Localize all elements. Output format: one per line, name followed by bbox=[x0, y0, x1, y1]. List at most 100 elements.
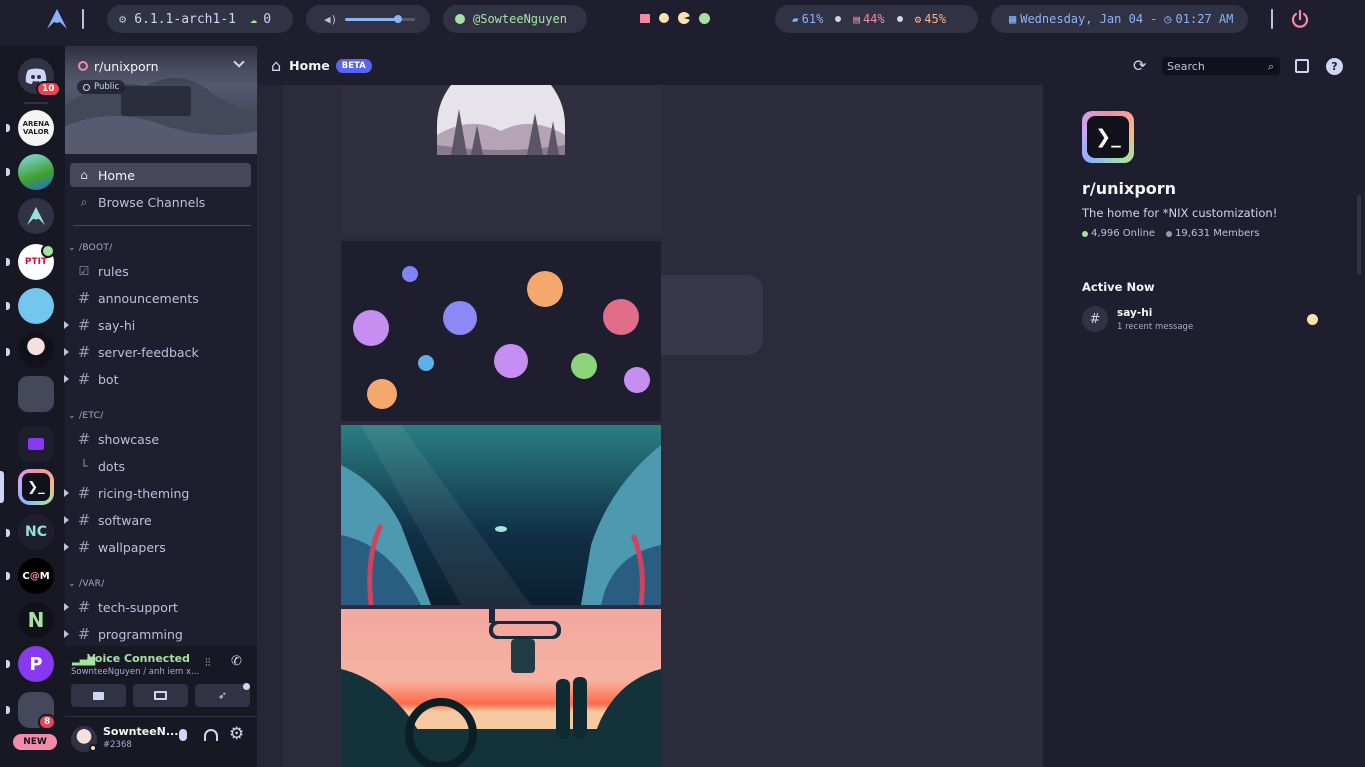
channel-rules[interactable]: ☑ rules bbox=[70, 259, 251, 283]
channel-label: ricing-theming bbox=[98, 485, 190, 501]
channel-bot[interactable]: # bot bbox=[64, 367, 251, 391]
thread-arrow-icon bbox=[64, 543, 69, 551]
active-channel-detail: 1 recent message bbox=[1117, 322, 1194, 332]
inbox-icon[interactable] bbox=[1295, 59, 1309, 73]
help-icon[interactable]: ? bbox=[1326, 58, 1343, 75]
voice-status[interactable]: Voice Connected bbox=[87, 652, 190, 665]
pacman-icon[interactable] bbox=[678, 12, 690, 24]
volume-pill[interactable]: ◀) bbox=[306, 5, 430, 33]
cpu-icon: ⚙ bbox=[914, 12, 922, 26]
community-stats: 4,996 Online 19,631 Members bbox=[1082, 228, 1260, 239]
channel-showcase[interactable]: # showcase bbox=[70, 427, 251, 451]
time-text: 01:27 AM bbox=[1175, 12, 1234, 26]
server-arena-of-valor[interactable]: ARENA VALOR bbox=[18, 110, 54, 146]
microphone-icon[interactable] bbox=[179, 729, 187, 741]
rocket-icon: ➶ bbox=[217, 689, 228, 702]
dot-separator bbox=[896, 16, 903, 22]
thread-arrow-icon bbox=[64, 603, 69, 611]
noise-suppression-icon[interactable]: ⫶⫶ bbox=[205, 656, 211, 670]
search-placeholder: Search bbox=[1167, 59, 1205, 73]
feed-image-viruses[interactable] bbox=[341, 241, 661, 421]
category-boot[interactable]: ⌄ /BOOT/ bbox=[68, 243, 113, 253]
refresh-icon[interactable]: ⟳ bbox=[1133, 56, 1146, 75]
mail-icon[interactable] bbox=[640, 13, 650, 23]
channel-label: rules bbox=[98, 263, 129, 279]
channel-ricing-theming[interactable]: # ricing-theming bbox=[64, 481, 251, 505]
active-channel-name: say-hi bbox=[1117, 307, 1153, 319]
channel-programming[interactable]: # programming bbox=[64, 622, 251, 646]
server-rail: 10 ARENA VALOR PTIT ❯_ NC C@M N P 8 NEW bbox=[0, 46, 65, 767]
feed-image-forest[interactable] bbox=[341, 85, 661, 235]
channel-announcements[interactable]: # announcements bbox=[70, 286, 251, 310]
public-label: Public bbox=[94, 82, 120, 92]
server-arch[interactable] bbox=[18, 198, 54, 234]
feed-image-underwater[interactable] bbox=[341, 425, 661, 605]
server-unixporn[interactable]: ❯_ bbox=[18, 469, 54, 505]
voice-detail[interactable]: SownteeNguyen / anh iem x... bbox=[71, 667, 199, 677]
forest-image bbox=[437, 85, 565, 155]
category-var[interactable]: ⌄ /VAR/ bbox=[68, 579, 105, 589]
server-landscape[interactable] bbox=[18, 154, 54, 190]
username[interactable]: SownteeN... bbox=[103, 725, 178, 738]
server-cat[interactable] bbox=[18, 288, 54, 324]
community-name: r/unixporn bbox=[1082, 179, 1177, 198]
system-info-pill: ⚙ 6.1.1-arch1-1 ☁ 0 bbox=[107, 5, 293, 33]
spotify-icon[interactable] bbox=[699, 12, 710, 24]
disconnect-icon[interactable]: ✆ bbox=[231, 654, 242, 669]
active-server-pip bbox=[0, 471, 4, 503]
hashtag-icon: # bbox=[77, 370, 91, 388]
volume-knob[interactable] bbox=[393, 14, 402, 23]
channel-tech-support[interactable]: # tech-support bbox=[64, 595, 251, 619]
server-folder[interactable] bbox=[18, 426, 54, 462]
server-bot[interactable] bbox=[18, 376, 54, 412]
category-etc[interactable]: ⌄ /ETC/ bbox=[68, 411, 104, 421]
channel-label: dots bbox=[98, 458, 125, 474]
activity-button[interactable]: ➶ bbox=[195, 684, 250, 707]
feed-image-car[interactable] bbox=[341, 609, 661, 767]
smiley-icon[interactable] bbox=[659, 13, 669, 23]
channel-dots[interactable]: └ dots bbox=[70, 454, 251, 478]
scrollbar[interactable] bbox=[1357, 195, 1361, 275]
settings-gear-icon[interactable]: ⚙ bbox=[229, 724, 244, 744]
server-p[interactable]: P bbox=[18, 646, 54, 682]
headphones-icon[interactable] bbox=[204, 729, 218, 741]
arch-icon bbox=[26, 206, 46, 226]
hashtag-icon: # bbox=[77, 430, 91, 448]
memory-usage: 44% bbox=[862, 12, 885, 26]
hashtag-icon: # bbox=[1082, 306, 1108, 332]
channel-server-feedback[interactable]: # server-feedback bbox=[64, 340, 251, 364]
kernel-icon: ⚙ bbox=[119, 12, 127, 26]
github-pill[interactable]: @SowteeNguyen bbox=[443, 5, 587, 33]
camera-icon bbox=[93, 691, 104, 700]
update-icon: ☁ bbox=[249, 12, 258, 26]
server-portrait[interactable] bbox=[18, 332, 54, 368]
voice-panel: ▂▄▆ Voice Connected SownteeNguyen / anh … bbox=[65, 646, 257, 716]
clock-pill[interactable]: ▦ Wednesday, Jan 04 - ◷ 01:27 AM bbox=[991, 5, 1248, 33]
power-icon[interactable] bbox=[1290, 9, 1310, 29]
volume-slider[interactable] bbox=[345, 14, 416, 23]
channel-software[interactable]: # software bbox=[64, 508, 251, 532]
underwater-image bbox=[341, 425, 661, 605]
search-input[interactable]: Search ⌕ bbox=[1162, 57, 1280, 75]
channel-say-hi[interactable]: # say-hi bbox=[64, 313, 251, 337]
screen-share-button[interactable] bbox=[133, 684, 188, 707]
dot-separator bbox=[835, 16, 842, 22]
thread-arrow-icon bbox=[64, 516, 69, 524]
public-badge: Public bbox=[77, 80, 126, 94]
community-icon[interactable]: ❯_ bbox=[1082, 111, 1134, 163]
terminal-icon: ❯_ bbox=[1087, 116, 1129, 158]
server-banner[interactable]: r/unixporn Public bbox=[65, 46, 257, 154]
nav-browse-channels[interactable]: ⌕ Browse Channels bbox=[70, 190, 251, 214]
video-button[interactable] bbox=[71, 684, 126, 707]
server-n[interactable]: N bbox=[18, 602, 54, 638]
nav-home[interactable]: ⌂ Home bbox=[70, 163, 251, 187]
chevron-down-icon[interactable] bbox=[233, 56, 245, 68]
server-cam[interactable]: C@M bbox=[18, 558, 54, 594]
date-dash: - bbox=[1150, 12, 1158, 26]
server-nc[interactable]: NC bbox=[18, 514, 54, 550]
channel-wallpapers[interactable]: # wallpapers bbox=[64, 535, 251, 559]
channel-label: software bbox=[98, 512, 152, 528]
volume-icon: ◀) bbox=[324, 12, 338, 26]
arch-logo-icon[interactable] bbox=[46, 8, 68, 30]
active-item[interactable]: # say-hi 1 recent message bbox=[1082, 305, 1322, 333]
